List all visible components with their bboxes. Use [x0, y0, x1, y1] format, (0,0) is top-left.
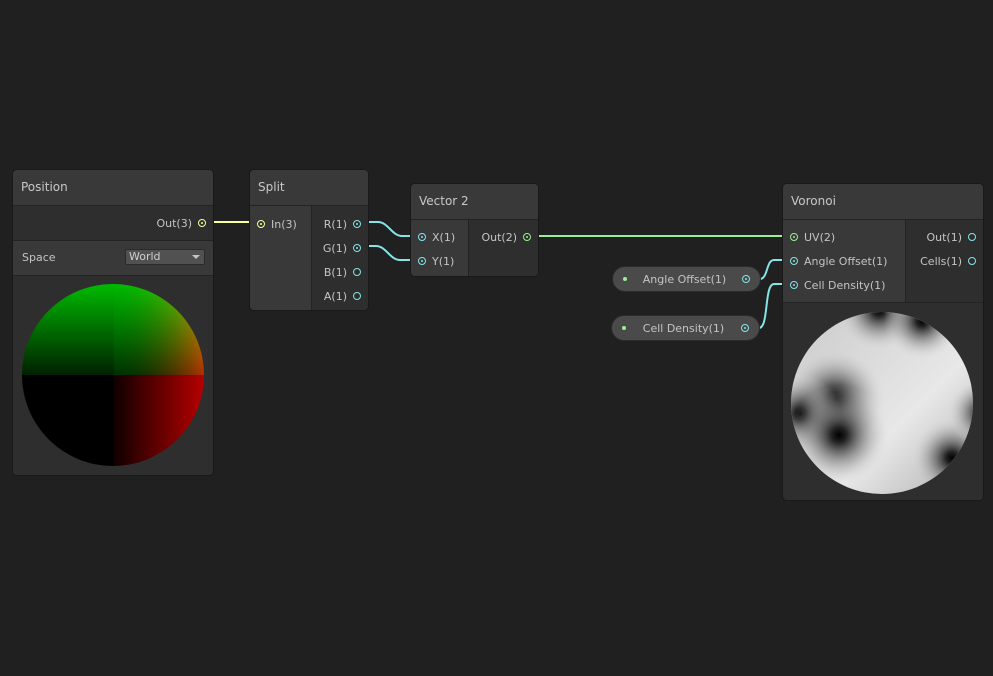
port-label: A(1): [323, 289, 347, 303]
port-label: Out(1): [926, 230, 962, 244]
chevron-down-icon: [192, 255, 200, 259]
port-connector-icon[interactable]: [741, 324, 749, 332]
split-in-port[interactable]: In(3): [250, 212, 311, 236]
voronoi-cell-density-port[interactable]: Cell Density(1): [783, 273, 905, 297]
port-connector-icon[interactable]: [198, 219, 206, 227]
vector2-out-port[interactable]: Out(2): [469, 225, 538, 249]
port-label: B(1): [323, 265, 347, 279]
port-label: Cells(1): [920, 254, 962, 268]
port-connector-icon[interactable]: [353, 268, 361, 276]
port-connector-icon[interactable]: [418, 233, 426, 241]
vector2-node-title: Vector 2: [411, 184, 538, 220]
position-preview-sphere: [22, 284, 204, 466]
position-preview: [13, 275, 213, 475]
port-connector-icon[interactable]: [257, 220, 265, 228]
port-label: In(3): [271, 217, 297, 231]
port-label: UV(2): [804, 230, 836, 244]
voronoi-cells-port[interactable]: Cells(1): [906, 249, 983, 273]
port-connector-icon[interactable]: [353, 292, 361, 300]
vector2-node[interactable]: Vector 2 X(1) Y(1) Out(2): [410, 183, 539, 277]
port-connector-icon[interactable]: [790, 257, 798, 265]
space-dropdown-value: World: [129, 250, 161, 263]
port-connector-icon[interactable]: [968, 233, 976, 241]
port-connector-icon[interactable]: [523, 233, 531, 241]
split-node-title: Split: [250, 170, 368, 206]
split-node[interactable]: Split In(3) R(1) G(1) B(1) A(1): [249, 169, 369, 311]
vector2-y-port[interactable]: Y(1): [411, 249, 468, 273]
property-indicator-icon: [623, 277, 627, 281]
port-label: Y(1): [432, 254, 455, 268]
port-label: R(1): [323, 217, 347, 231]
split-g-port[interactable]: G(1): [312, 236, 368, 260]
port-connector-icon[interactable]: [790, 233, 798, 241]
vector2-x-port[interactable]: X(1): [411, 225, 468, 249]
port-connector-icon[interactable]: [353, 244, 361, 252]
port-label: Angle Offset(1): [804, 254, 888, 268]
voronoi-node[interactable]: Voronoi UV(2) Angle Offset(1) Cell Densi…: [782, 183, 984, 501]
position-node[interactable]: Position Out(3) Space World: [12, 169, 214, 476]
port-connector-icon[interactable]: [968, 257, 976, 265]
voronoi-preview-sphere: [791, 312, 973, 494]
voronoi-preview: [783, 302, 983, 500]
port-connector-icon[interactable]: [742, 275, 750, 283]
split-b-port[interactable]: B(1): [312, 260, 368, 284]
property-label: Cell Density(1): [642, 321, 725, 335]
property-label: Angle Offset(1): [642, 272, 727, 286]
port-connector-icon[interactable]: [790, 281, 798, 289]
voronoi-node-title: Voronoi: [783, 184, 983, 220]
port-label: Out(2): [481, 230, 517, 244]
angle-offset-property-node[interactable]: Angle Offset(1): [612, 266, 761, 292]
property-indicator-icon: [622, 326, 626, 330]
position-node-title: Position: [13, 170, 213, 206]
position-out-port[interactable]: Out(3): [156, 211, 206, 235]
voronoi-uv-port[interactable]: UV(2): [783, 225, 905, 249]
port-label: X(1): [432, 230, 456, 244]
voronoi-angle-offset-port[interactable]: Angle Offset(1): [783, 249, 905, 273]
port-connector-icon[interactable]: [418, 257, 426, 265]
port-label: G(1): [322, 241, 347, 255]
port-label: Cell Density(1): [804, 278, 886, 292]
port-connector-icon[interactable]: [353, 220, 361, 228]
port-label: Out(3): [156, 216, 192, 230]
space-label: Space: [22, 251, 56, 264]
split-r-port[interactable]: R(1): [312, 212, 368, 236]
space-dropdown[interactable]: World: [125, 249, 205, 265]
cell-density-property-node[interactable]: Cell Density(1): [611, 315, 760, 341]
split-a-port[interactable]: A(1): [312, 284, 368, 308]
voronoi-out-port[interactable]: Out(1): [906, 225, 983, 249]
